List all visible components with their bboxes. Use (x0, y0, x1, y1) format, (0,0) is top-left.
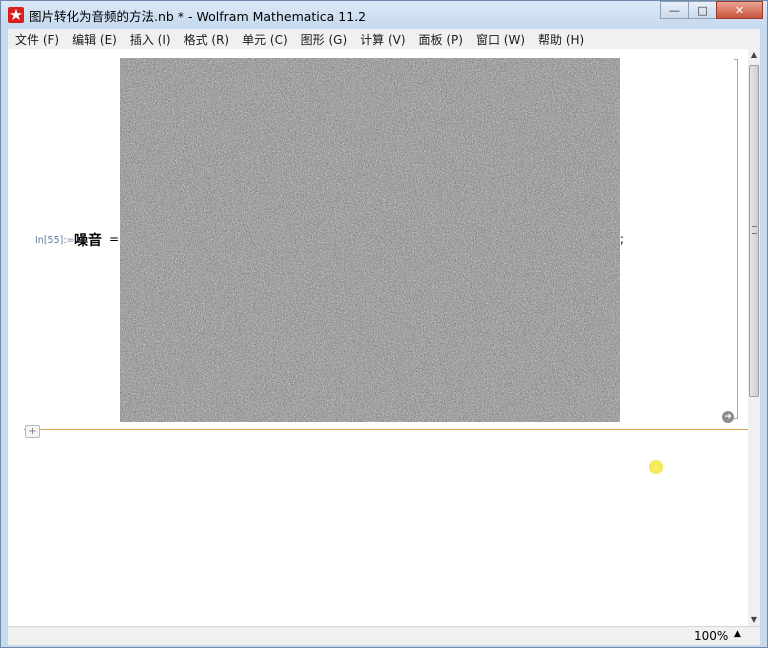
scrollbar-grip-icon (752, 226, 757, 234)
mouse-cursor-highlight (649, 460, 663, 474)
random-noise-image[interactable] (120, 58, 620, 422)
variable-name[interactable]: 噪音 (74, 230, 102, 250)
scrollbar-thumb[interactable] (749, 65, 759, 397)
noise-pixels (120, 58, 620, 422)
maximize-button[interactable]: □ (688, 1, 717, 19)
close-button[interactable]: ✕ (716, 1, 763, 19)
scroll-down-icon[interactable]: ▼ (748, 614, 760, 626)
close-icon: ✕ (734, 3, 745, 17)
vertical-scrollbar[interactable]: ▲ ▼ (748, 49, 760, 626)
menu-insert[interactable]: 插入 (I) (123, 31, 177, 48)
status-bar: 100% ▲ (8, 626, 760, 645)
minimize-icon: — (669, 3, 680, 17)
notebook-content[interactable]: In[55]:= 噪音 = ; ➜ + ▲ ▼ (8, 49, 760, 626)
add-cell-button[interactable]: + (25, 425, 40, 438)
assignment-operator[interactable]: = (109, 232, 119, 246)
statement-terminator[interactable]: ; (620, 232, 624, 246)
window-title: 图片转化为音频的方法.nb * - Wolfram Mathematica 11… (29, 9, 367, 24)
output-arrow-icon[interactable]: ➜ (722, 411, 734, 423)
scroll-up-icon[interactable]: ▲ (748, 49, 760, 61)
window-controls: — □ ✕ (660, 1, 763, 19)
menu-help[interactable]: 帮助 (H) (531, 31, 590, 48)
input-cell-label: In[55]:= (35, 235, 75, 246)
menu-bar: 文件 (F) 编辑 (E) 插入 (I) 格式 (R) 单元 (C) 图形 (G… (8, 29, 760, 49)
app-window: 图片转化为音频的方法.nb * - Wolfram Mathematica 11… (0, 0, 768, 648)
menu-graphics[interactable]: 图形 (G) (294, 31, 353, 48)
menu-evaluation[interactable]: 计算 (V) (353, 31, 411, 48)
menu-palettes[interactable]: 面板 (P) (412, 31, 469, 48)
zoom-menu-icon[interactable]: ▲ (734, 629, 741, 639)
title-bar[interactable]: 图片转化为音频的方法.nb * - Wolfram Mathematica 11… (1, 1, 767, 29)
mathematica-logo-icon (8, 7, 24, 23)
cell-insertion-line (24, 429, 748, 430)
menu-cell[interactable]: 单元 (C) (235, 31, 294, 48)
maximize-icon: □ (697, 3, 708, 17)
menu-file[interactable]: 文件 (F) (8, 31, 65, 48)
menu-window[interactable]: 窗口 (W) (469, 31, 531, 48)
menu-edit[interactable]: 编辑 (E) (65, 31, 123, 48)
minimize-button[interactable]: — (660, 1, 689, 19)
cell-bracket[interactable] (734, 59, 738, 419)
menu-format[interactable]: 格式 (R) (177, 31, 236, 48)
zoom-level[interactable]: 100% (694, 629, 728, 643)
